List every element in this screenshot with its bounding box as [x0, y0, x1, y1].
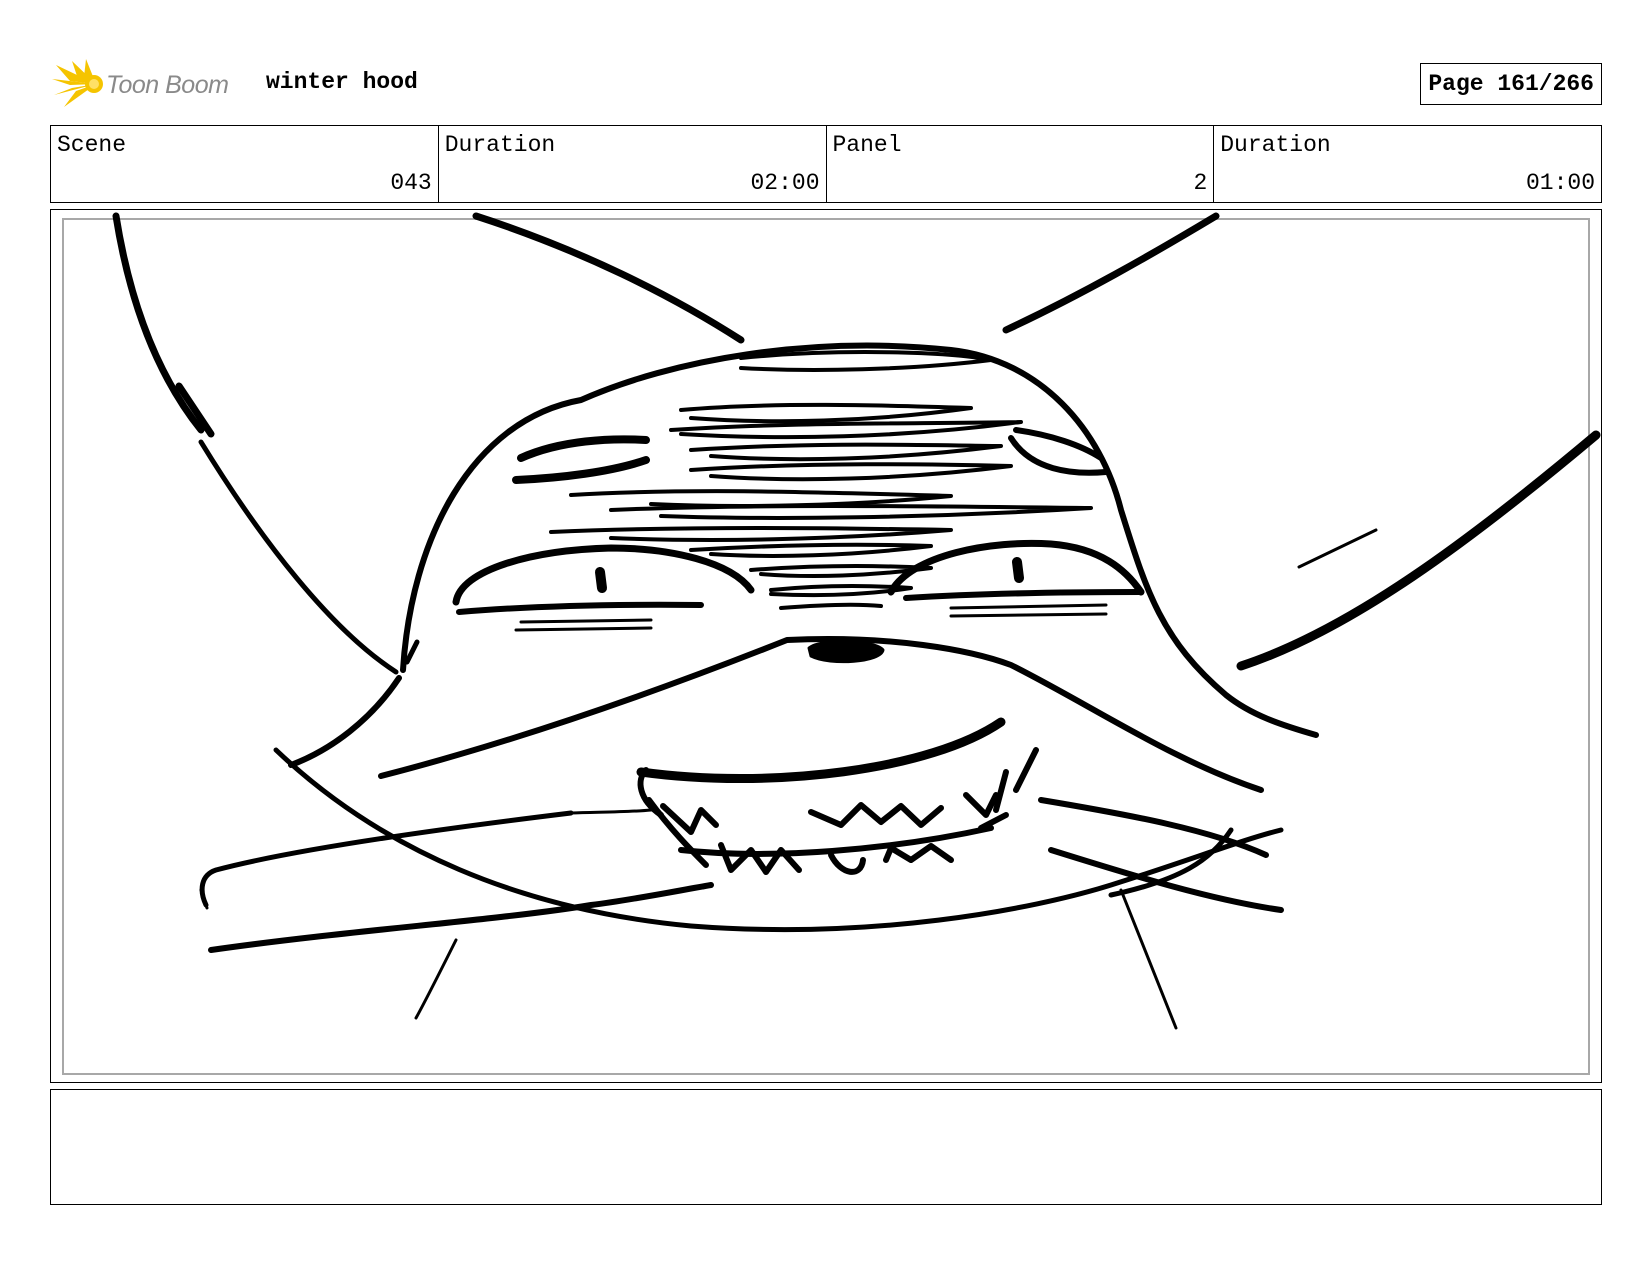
notes-box: [50, 1089, 1602, 1205]
panel-label: Panel: [832, 132, 902, 158]
panel-value: 2: [1193, 170, 1208, 196]
starburst-icon: [52, 59, 103, 107]
panel-duration-cell: Duration 01:00: [1214, 126, 1601, 202]
scene-value: 043: [390, 170, 432, 196]
panel-cell: Panel 2: [827, 126, 1215, 202]
scene-duration-cell: Duration 02:00: [439, 126, 827, 202]
cat-face-sketch: [112, 212, 1601, 1030]
scene-duration-label: Duration: [444, 132, 556, 158]
logo-text: Toon Boom: [106, 71, 229, 99]
panel-duration-label: Duration: [1220, 132, 1331, 158]
project-title: winter hood: [266, 69, 418, 95]
scene-label: Scene: [57, 132, 127, 158]
panel-duration-value: 01:00: [1525, 170, 1595, 196]
page-header: Toon Boom winter hood Page 161/266: [50, 55, 1602, 115]
page-number: Page 161/266: [1420, 63, 1602, 105]
scene-duration-value: 02:00: [750, 170, 820, 196]
scene-cell: Scene 043: [51, 126, 439, 202]
toon-boom-logo: Toon Boom: [50, 57, 250, 109]
scene-info-row: Scene 043 Duration 02:00 Panel 2 Duratio…: [50, 125, 1602, 203]
storyboard-panel: [50, 209, 1602, 1083]
